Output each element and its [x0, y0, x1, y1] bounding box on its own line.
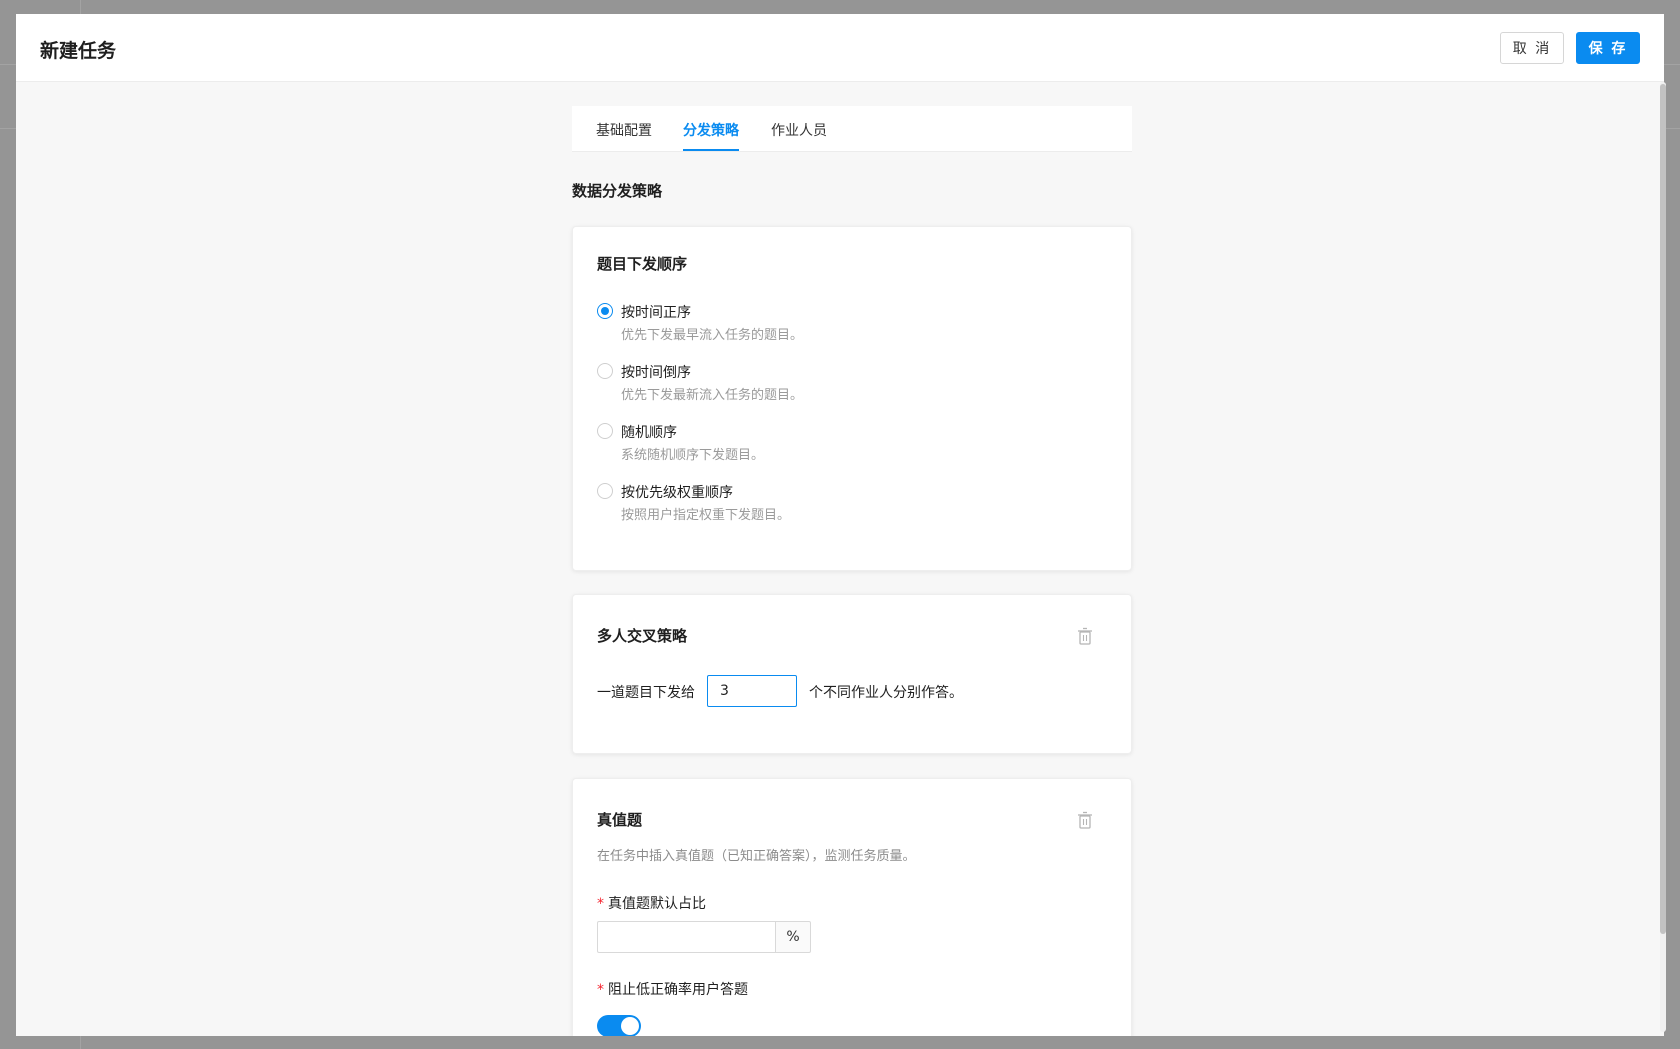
radio-description: 优先下发最新流入任务的题目。 [621, 388, 804, 403]
trash-icon[interactable] [1077, 811, 1093, 829]
cross-prefix-text: 一道题目下发给 [597, 685, 695, 701]
order-card-title: 题目下发顺序 [597, 255, 688, 273]
tab-active-indicator [683, 149, 739, 151]
modal-title: 新建任务 [40, 40, 117, 62]
order-card: 题目下发顺序 按时间正序 优先下发最早流入任务的题目。 按时间倒序 优先下发最新… [572, 226, 1132, 571]
ratio-field-label: * 真值题默认占比 [597, 893, 706, 913]
radio-label: 随机顺序 [621, 425, 677, 441]
section-title: 数据分发策略 [572, 182, 663, 200]
block-low-accuracy-switch[interactable] [597, 1015, 641, 1036]
new-task-modal: 新建任务 取 消 保 存 基础配置 分发策略 作业人员 数据分发策略 题目下发顺… [16, 14, 1664, 1036]
truth-question-card: 真值题 在任务中插入真值题（已知正确答案），监测任务质量。 * 真值题默认占比 %… [572, 778, 1132, 1036]
switch-knob [621, 1017, 639, 1035]
radio-description: 按照用户指定权重下发题目。 [621, 508, 791, 523]
cross-strategy-card: 多人交叉策略 一道题目下发给 个不同作业人分别作答。 [572, 594, 1132, 754]
radio-label: 按优先级权重顺序 [621, 485, 733, 501]
block-field-label: * 阻止低正确率用户答题 [597, 979, 748, 999]
truth-card-title: 真值题 [597, 811, 643, 829]
save-button[interactable]: 保 存 [1576, 32, 1640, 64]
radio-button[interactable] [597, 303, 613, 319]
truth-card-description: 在任务中插入真值题（已知正确答案），监测任务质量。 [597, 849, 916, 864]
tab-workers[interactable]: 作业人员 [771, 120, 827, 140]
ratio-input[interactable] [597, 921, 775, 953]
tab-bar: 基础配置 分发策略 作业人员 [572, 106, 1132, 152]
scrollbar-thumb[interactable] [1660, 84, 1666, 934]
radio-label: 按时间倒序 [621, 365, 691, 381]
radio-description: 系统随机顺序下发题目。 [621, 448, 765, 463]
radio-option-time-asc[interactable]: 按时间正序 优先下发最早流入任务的题目。 [597, 301, 1097, 347]
tab-distribution-strategy[interactable]: 分发策略 [683, 120, 739, 140]
cross-suffix-text: 个不同作业人分别作答。 [809, 685, 963, 701]
radio-option-time-desc[interactable]: 按时间倒序 优先下发最新流入任务的题目。 [597, 361, 1097, 407]
ratio-label-text: 真值题默认占比 [608, 896, 706, 912]
modal-header: 新建任务 取 消 保 存 [16, 14, 1664, 82]
percent-addon: % [775, 921, 811, 953]
radio-button[interactable] [597, 483, 613, 499]
tab-basic-config[interactable]: 基础配置 [596, 120, 652, 140]
cancel-button[interactable]: 取 消 [1500, 32, 1564, 64]
cross-card-title: 多人交叉策略 [597, 627, 688, 645]
radio-button[interactable] [597, 363, 613, 379]
radio-button[interactable] [597, 423, 613, 439]
block-label-text: 阻止低正确率用户答题 [608, 982, 748, 998]
cross-count-input[interactable] [707, 675, 797, 707]
radio-option-random[interactable]: 随机顺序 系统随机顺序下发题目。 [597, 421, 1097, 467]
trash-icon[interactable] [1077, 627, 1093, 645]
radio-description: 优先下发最早流入任务的题目。 [621, 328, 804, 343]
required-mark: * [597, 982, 604, 998]
radio-label: 按时间正序 [621, 305, 691, 321]
required-mark: * [597, 896, 604, 912]
radio-option-priority-weight[interactable]: 按优先级权重顺序 按照用户指定权重下发题目。 [597, 481, 1097, 527]
